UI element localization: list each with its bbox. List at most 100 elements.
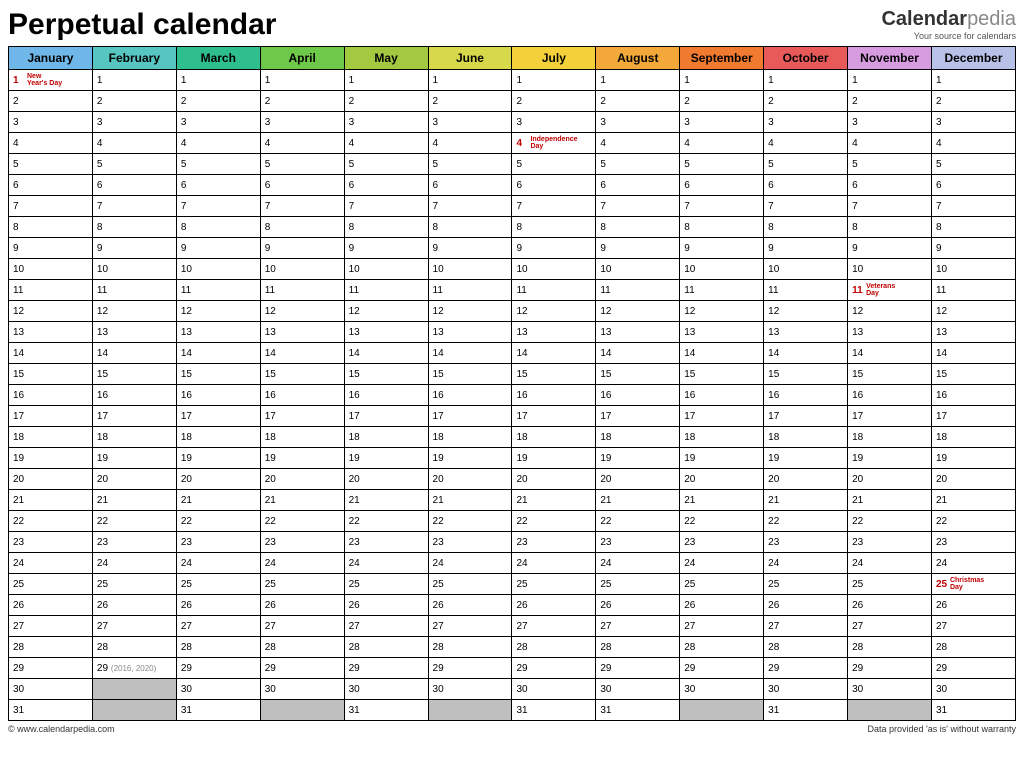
day-cell: 23 [848, 532, 932, 553]
day-cell [260, 700, 344, 721]
day-cell: 20 [176, 469, 260, 490]
day-cell: 30 [344, 679, 428, 700]
day-cell: 12 [680, 301, 764, 322]
day-cell: 30 [680, 679, 764, 700]
day-cell: 19 [848, 448, 932, 469]
day-cell: 9 [931, 238, 1015, 259]
day-cell: 11 [344, 280, 428, 301]
day-cell: 15 [428, 364, 512, 385]
day-cell: 12 [176, 301, 260, 322]
day-cell: 16 [92, 385, 176, 406]
day-cell: 22 [764, 511, 848, 532]
day-cell: 28 [764, 637, 848, 658]
day-cell: 9 [428, 238, 512, 259]
holiday-label: VeteransDay [866, 283, 895, 297]
day-cell: 7 [931, 196, 1015, 217]
day-cell: 25 [9, 574, 93, 595]
table-row: 131313131313131313131313 [9, 322, 1016, 343]
day-cell: 29 [428, 658, 512, 679]
day-cell: 1 [260, 70, 344, 91]
day-cell: 28 [596, 637, 680, 658]
day-cell: 6 [260, 175, 344, 196]
day-cell: 16 [9, 385, 93, 406]
day-cell: 6 [931, 175, 1015, 196]
day-cell: 1 [931, 70, 1015, 91]
table-row: 191919191919191919191919 [9, 448, 1016, 469]
day-cell: 22 [680, 511, 764, 532]
day-cell: 7 [512, 196, 596, 217]
day-cell: 20 [428, 469, 512, 490]
day-cell: 31 [9, 700, 93, 721]
table-row: 3030303030303030303030 [9, 679, 1016, 700]
table-row: 171717171717171717171717 [9, 406, 1016, 427]
day-cell: 13 [931, 322, 1015, 343]
day-cell: 1 [848, 70, 932, 91]
table-row: 222222222222 [9, 91, 1016, 112]
day-cell: 26 [260, 595, 344, 616]
day-cell: 18 [680, 427, 764, 448]
day-cell: 8 [596, 217, 680, 238]
table-row: 262626262626262626262626 [9, 595, 1016, 616]
day-cell: 4IndependenceDay [512, 133, 596, 154]
calendar-body: 1NewYear's Day11111111111222222222222333… [9, 70, 1016, 721]
day-cell: 21 [848, 490, 932, 511]
day-cell: 19 [931, 448, 1015, 469]
day-cell: 21 [344, 490, 428, 511]
day-cell: 21 [512, 490, 596, 511]
day-cell: 23 [176, 532, 260, 553]
day-cell: 13 [9, 322, 93, 343]
day-cell: 19 [92, 448, 176, 469]
day-cell: 26 [764, 595, 848, 616]
day-cell: 3 [9, 112, 93, 133]
day-cell: 12 [260, 301, 344, 322]
day-cell: 17 [428, 406, 512, 427]
month-header-august: August [596, 47, 680, 70]
month-header-november: November [848, 47, 932, 70]
day-cell: 2 [596, 91, 680, 112]
day-cell: 4 [931, 133, 1015, 154]
day-cell: 16 [344, 385, 428, 406]
day-cell: 15 [9, 364, 93, 385]
day-cell: 28 [512, 637, 596, 658]
day-cell: 3 [931, 112, 1015, 133]
day-cell: 20 [260, 469, 344, 490]
day-cell: 5 [596, 154, 680, 175]
day-cell: 16 [596, 385, 680, 406]
day-cell: 28 [428, 637, 512, 658]
day-cell: 24 [931, 553, 1015, 574]
day-cell: 12 [848, 301, 932, 322]
footer-right: Data provided 'as is' without warranty [867, 724, 1016, 734]
day-cell: 8 [260, 217, 344, 238]
day-cell: 18 [764, 427, 848, 448]
day-cell: 31 [344, 700, 428, 721]
day-cell: 13 [848, 322, 932, 343]
day-cell: 3 [764, 112, 848, 133]
day-cell: 2 [512, 91, 596, 112]
day-cell: 8 [931, 217, 1015, 238]
day-cell: 14 [428, 343, 512, 364]
day-cell: 18 [344, 427, 428, 448]
day-cell: 17 [344, 406, 428, 427]
day-cell: 16 [260, 385, 344, 406]
day-cell: 16 [680, 385, 764, 406]
day-cell: 16 [764, 385, 848, 406]
day-cell: 29 [176, 658, 260, 679]
day-cell: 4 [764, 133, 848, 154]
day-cell: 7 [680, 196, 764, 217]
day-cell: 24 [596, 553, 680, 574]
day-cell: 6 [848, 175, 932, 196]
day-cell: 2 [848, 91, 932, 112]
day-cell: 3 [428, 112, 512, 133]
month-header-april: April [260, 47, 344, 70]
day-cell: 27 [344, 616, 428, 637]
day-cell: 19 [764, 448, 848, 469]
day-cell: 20 [512, 469, 596, 490]
day-cell: 27 [92, 616, 176, 637]
day-cell: 4 [428, 133, 512, 154]
day-cell: 7 [344, 196, 428, 217]
brand-tagline: Your source for calendars [881, 31, 1016, 41]
day-cell: 11 [9, 280, 93, 301]
brand-name-1: Calendar [881, 8, 967, 30]
day-cell: 31 [176, 700, 260, 721]
table-row: 101010101010101010101010 [9, 259, 1016, 280]
